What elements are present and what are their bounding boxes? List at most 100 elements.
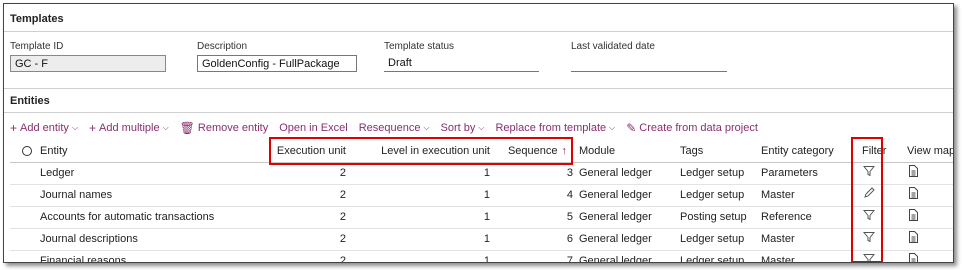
sequence-cell: 6 (566, 233, 573, 245)
chevron-down-icon: ⌵ (71, 123, 79, 132)
description-field[interactable]: GoldenConfig - FullPackage (197, 55, 357, 72)
view-map-icon[interactable] (908, 229, 919, 250)
sequence-cell: 4 (566, 189, 573, 201)
tags-cell: Ledger setup (680, 233, 745, 245)
module-cell: General ledger (579, 189, 652, 201)
view-map-icon[interactable] (908, 185, 919, 206)
filter-icon[interactable] (862, 163, 876, 184)
divider (4, 31, 953, 32)
execution-unit-cell: 2 (339, 189, 346, 201)
tags-cell: Ledger setup (680, 255, 745, 263)
replace-from-template-label: Replace from template (495, 122, 607, 134)
column-header-sequence[interactable]: Sequence ↑ (495, 140, 567, 162)
sequence-cell: 3 (566, 167, 573, 179)
plus-icon: + (89, 121, 97, 135)
sequence-header-label: Sequence (507, 145, 558, 157)
column-header-level-in-execution-unit[interactable]: Level in execution unit (360, 140, 490, 162)
category-cell: Master (761, 233, 795, 245)
column-header-tags[interactable]: Tags (680, 140, 703, 162)
entity-cell: Financial reasons (40, 255, 127, 263)
filter-icon[interactable] (862, 229, 876, 250)
execution-unit-cell: 2 (339, 233, 346, 245)
view-map-icon[interactable] (908, 163, 919, 184)
table-row[interactable]: Accounts for automatic transactions 2 1 … (10, 207, 953, 229)
category-cell: Master (761, 189, 795, 201)
level-cell: 1 (483, 233, 490, 245)
module-cell: General ledger (579, 211, 652, 223)
chevron-down-icon: ⌵ (162, 123, 169, 132)
entity-cell: Accounts for automatic transactions (40, 211, 215, 223)
chevron-down-icon: ⌵ (478, 123, 485, 132)
column-header-view-map[interactable]: View map (907, 140, 953, 162)
description-label: Description (197, 41, 248, 52)
entity-cell: Ledger (40, 167, 75, 179)
column-header-filter[interactable]: Filter (862, 140, 886, 162)
templates-section-title: Templates (10, 13, 64, 25)
module-cell: General ledger (579, 255, 652, 263)
last-validated-label: Last validated date (571, 41, 655, 52)
entity-cell: Journal descriptions (40, 233, 138, 245)
template-status-field[interactable]: Draft (384, 55, 539, 72)
tags-cell: Ledger setup (680, 167, 745, 179)
template-id-label: Template ID (10, 41, 64, 52)
category-cell: Master (761, 255, 795, 263)
chevron-down-icon: ⌵ (609, 123, 616, 132)
remove-entity-button[interactable]: 🗑 Remove entity (180, 121, 269, 135)
open-in-excel-button[interactable]: Open in Excel (279, 122, 347, 134)
module-cell: General ledger (579, 167, 652, 179)
entities-section-title: Entities (10, 95, 50, 107)
divider (4, 88, 953, 89)
pencil-icon[interactable] (863, 185, 875, 206)
sequence-cell: 7 (566, 255, 573, 263)
sequence-cell: 5 (566, 211, 573, 223)
filter-icon[interactable] (862, 207, 876, 228)
table-row[interactable]: Financial reasons 2 1 7 General ledger L… (10, 251, 953, 263)
level-cell: 1 (483, 211, 490, 223)
module-cell: General ledger (579, 233, 652, 245)
plus-icon: + (10, 121, 18, 135)
table-row[interactable]: Journal names 2 1 4 General ledger Ledge… (10, 185, 953, 207)
category-cell: Reference (761, 211, 812, 223)
execution-unit-cell: 2 (339, 211, 346, 223)
template-window: Templates Template ID GC - F Description… (3, 3, 954, 263)
resequence-label: Resequence (358, 122, 421, 134)
sort-by-label: Sort by (440, 122, 476, 134)
add-entity-button[interactable]: + Add entity ⌵ (10, 121, 78, 135)
entities-toolbar: + Add entity ⌵ + Add multiple ⌵ 🗑 Remove enti… (10, 120, 769, 136)
create-from-data-project-label: Create from data project (639, 122, 758, 134)
replace-from-template-button[interactable]: Replace from template ⌵ (495, 122, 615, 134)
create-from-data-project-button[interactable]: ✎ Create from data project (626, 121, 758, 135)
level-cell: 1 (483, 189, 490, 201)
template-status-label: Template status (384, 41, 455, 52)
add-multiple-label: Add multiple (99, 122, 160, 134)
entity-cell: Journal names (40, 189, 113, 201)
execution-unit-cell: 2 (339, 255, 346, 263)
category-cell: Parameters (761, 167, 818, 179)
level-cell: 1 (483, 255, 490, 263)
table-row[interactable]: Ledger 2 1 3 General ledger Ledger setup… (10, 163, 953, 185)
table-row[interactable]: Journal descriptions 2 1 6 General ledge… (10, 229, 953, 251)
entities-grid: Entity Execution unit Level in execution… (10, 140, 953, 263)
template-id-field[interactable]: GC - F (10, 55, 166, 72)
resequence-button[interactable]: Resequence ⌵ (359, 122, 430, 134)
level-cell: 1 (483, 167, 490, 179)
column-header-entity-category[interactable]: Entity category (761, 140, 834, 162)
grid-header: Entity Execution unit Level in execution… (10, 140, 953, 163)
divider (4, 112, 953, 113)
chevron-down-icon: ⌵ (423, 123, 430, 132)
column-header-entity[interactable]: Entity (40, 140, 68, 162)
last-validated-field[interactable] (571, 55, 727, 72)
remove-entity-label: Remove entity (197, 122, 269, 134)
add-entity-label: Add entity (20, 122, 69, 134)
column-header-module[interactable]: Module (579, 140, 615, 162)
column-header-execution-unit[interactable]: Execution unit (260, 140, 346, 162)
open-in-excel-label: Open in Excel (279, 122, 348, 134)
view-map-icon[interactable] (908, 207, 919, 228)
sort-by-button[interactable]: Sort by ⌵ (441, 122, 485, 134)
add-multiple-button[interactable]: + Add multiple ⌵ (89, 121, 169, 135)
filter-icon[interactable] (862, 251, 876, 262)
view-map-icon[interactable] (908, 251, 919, 262)
select-all-radio[interactable] (22, 146, 32, 156)
trash-icon: 🗑 (179, 121, 195, 135)
sort-ascending-icon: ↑ (561, 145, 568, 157)
